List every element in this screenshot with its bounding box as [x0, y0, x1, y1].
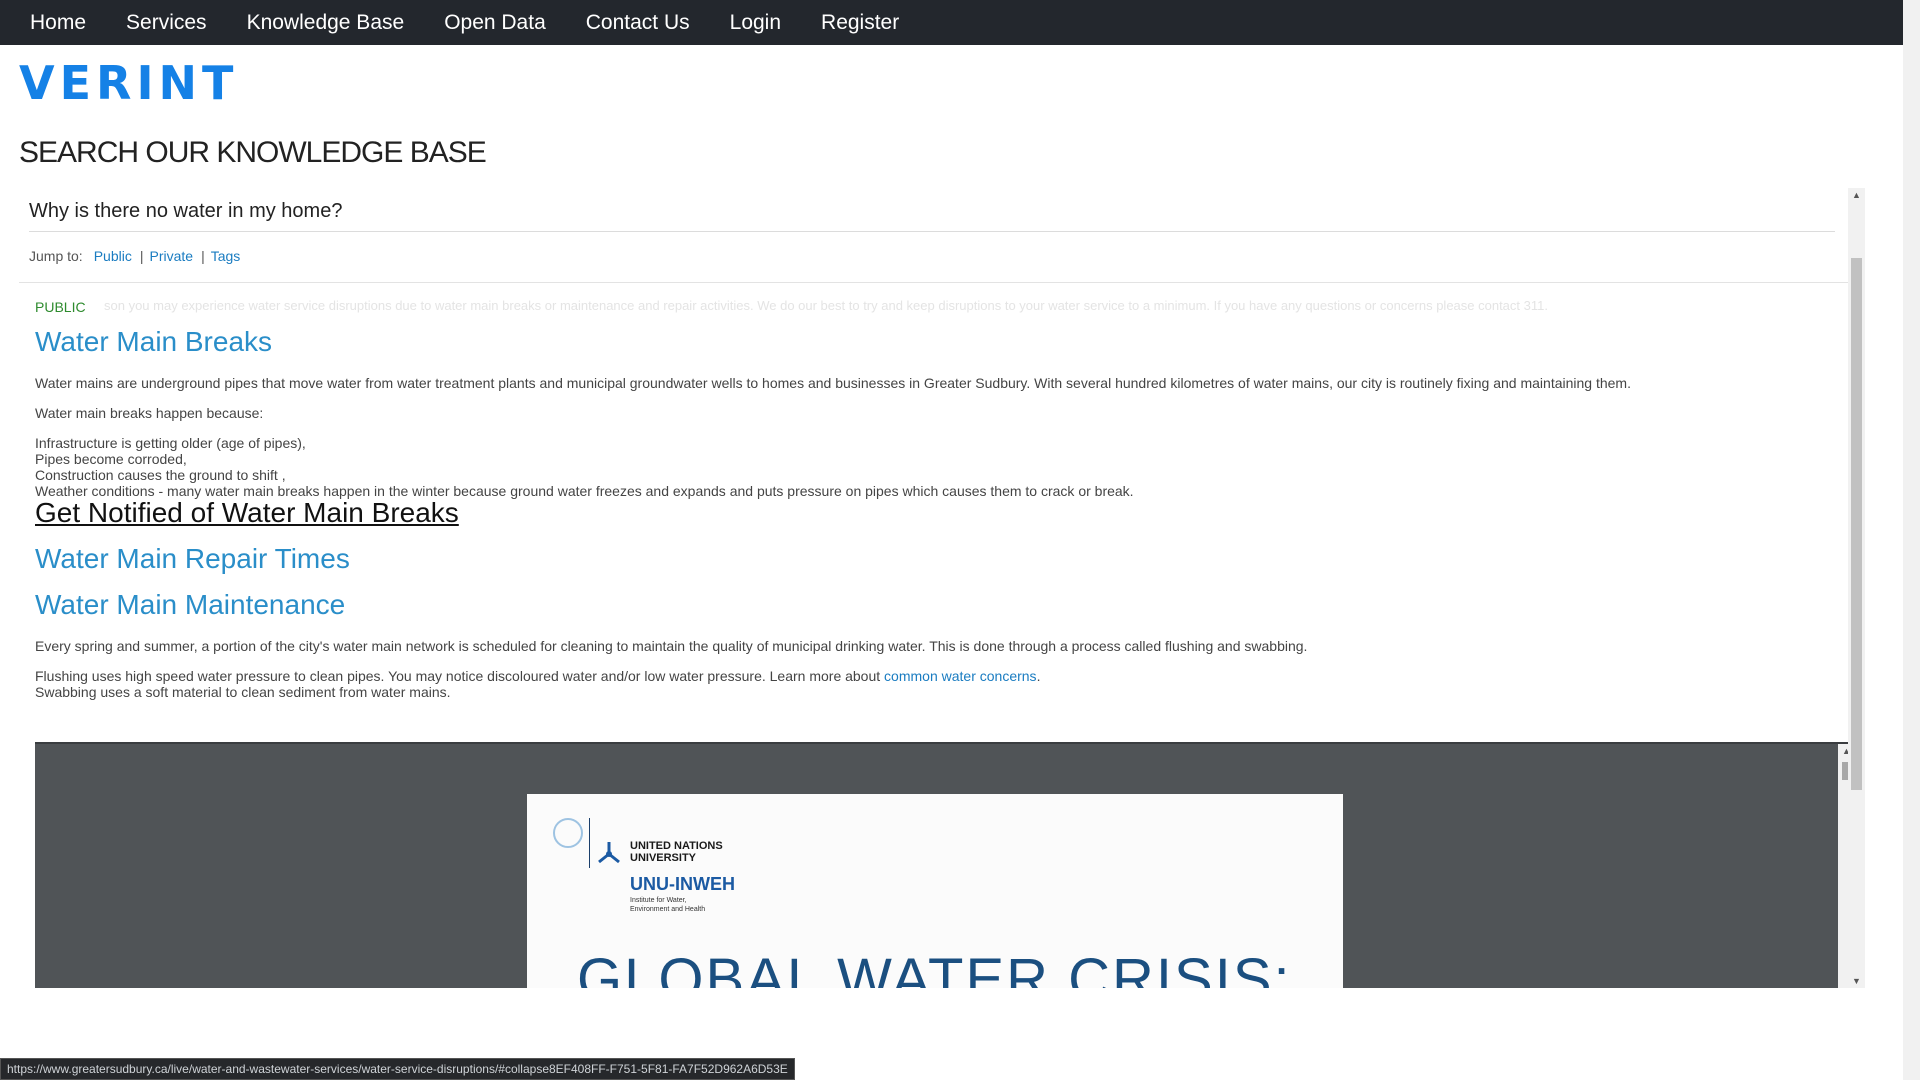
unu-inweh-title: UNU-INWEH — [630, 874, 735, 894]
nav-item-contact-us[interactable]: Contact Us — [566, 0, 710, 45]
unu-inweh-subtitle: Institute for Water, Environment and Heal… — [630, 896, 705, 914]
water-main-maintenance-heading[interactable]: Water Main Maintenance — [35, 589, 345, 621]
divider — [19, 282, 1865, 283]
scroll-down-icon[interactable]: ▼ — [1848, 976, 1865, 986]
separator: | — [201, 248, 205, 264]
scroll-up-icon[interactable]: ▲ — [1848, 190, 1865, 200]
water-main-breaks-heading[interactable]: Water Main Breaks — [35, 326, 272, 358]
common-water-concerns-link[interactable]: common water concerns — [884, 668, 1037, 684]
scroll-thumb[interactable] — [1851, 258, 1862, 790]
separator: | — [139, 248, 144, 264]
panel-scrollbar[interactable]: ▲ ▼ — [1848, 188, 1865, 988]
get-notified-link[interactable]: Get Notified of Water Main Breaks — [35, 497, 459, 529]
jump-public-link[interactable]: Public — [94, 248, 132, 264]
un-emblem-icon — [553, 818, 583, 848]
public-section-label: PUBLIC — [35, 299, 86, 315]
unu-sub-line: Institute for Water, — [630, 897, 687, 904]
question-title: Why is there no water in my home? — [29, 200, 343, 222]
list-item: Infrastructure is getting older (age of … — [35, 435, 306, 451]
jump-private-link[interactable]: Private — [149, 248, 193, 264]
article-paragraph: Every spring and summer, a portion of th… — [35, 638, 1308, 654]
nav-item-services[interactable]: Services — [106, 0, 227, 45]
pdf-title: GLOBAL WATER CRISIS: — [577, 947, 1292, 988]
unu-sub-line: Environment and Health — [630, 906, 706, 913]
un-university-name: UNITED NATIONS UNIVERSITY — [630, 840, 723, 864]
list-item: Construction causes the ground to shift … — [35, 467, 286, 483]
water-main-repair-times-heading[interactable]: Water Main Repair Times — [35, 543, 350, 575]
embedded-pdf-viewer[interactable]: UNITED NATIONS UNIVERSITY UNU-INWEH Insti… — [35, 742, 1855, 988]
jump-to-label: Jump to: — [29, 248, 83, 264]
article-panel: Why is there no water in my home? Jump t… — [19, 188, 1865, 988]
divider — [29, 231, 1835, 232]
text-segment: . — [1036, 668, 1041, 684]
unu-logo-icon — [598, 842, 620, 864]
text-segment: Flushing uses high speed water pressure … — [35, 668, 885, 684]
nav-item-register[interactable]: Register — [801, 0, 919, 45]
divider — [589, 818, 590, 868]
status-bar-url: https://www.greatersudbury.ca/live/water… — [0, 1058, 795, 1080]
pdf-page: UNITED NATIONS UNIVERSITY UNU-INWEH Insti… — [527, 794, 1343, 988]
nav-item-login[interactable]: Login — [710, 0, 801, 45]
page-title: SEARCH OUR KNOWLEDGE BASE — [19, 136, 487, 169]
page-scrollbar[interactable] — [1903, 0, 1920, 1080]
article-paragraph: Water mains are underground pipes that m… — [35, 375, 1631, 391]
jump-to-bar: Jump to: Public | Private | Tags — [29, 248, 240, 264]
article-paragraph: Flushing uses high speed water pressure … — [35, 668, 1040, 684]
un-name-line: UNIVERSITY — [630, 852, 697, 864]
article-paragraph: Water main breaks happen because: — [35, 405, 264, 421]
top-nav: Home Services Knowledge Base Open Data C… — [0, 0, 1903, 45]
un-name-line: UNITED NATIONS — [630, 840, 723, 852]
nav-item-knowledge-base[interactable]: Knowledge Base — [227, 0, 425, 45]
nav-item-home[interactable]: Home — [0, 0, 106, 45]
verint-logo[interactable]: VERINT — [19, 56, 238, 110]
article-paragraph: Swabbing uses a soft material to clean s… — [35, 684, 451, 700]
faded-intro-text: son you may experience water service dis… — [104, 298, 1548, 313]
nav-item-open-data[interactable]: Open Data — [424, 0, 566, 45]
jump-tags-link[interactable]: Tags — [211, 248, 241, 264]
list-item: Pipes become corroded, — [35, 451, 187, 467]
